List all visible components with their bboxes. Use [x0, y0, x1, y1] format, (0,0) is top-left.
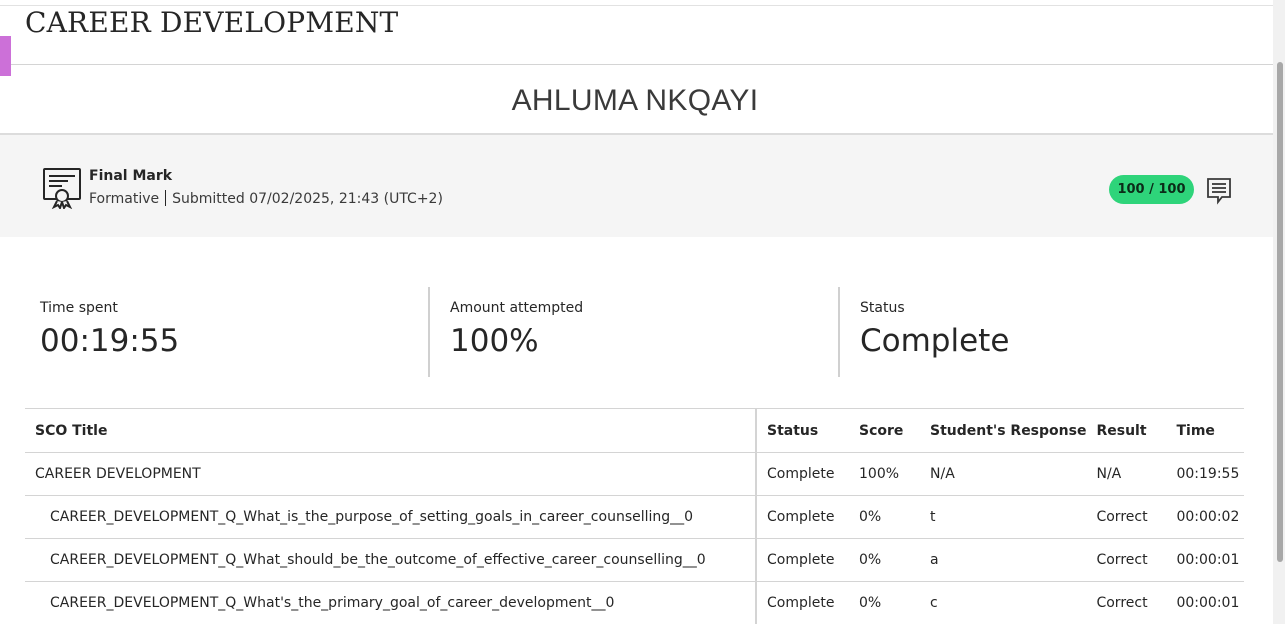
stat-label: Time spent — [40, 300, 118, 316]
cell-result: Correct — [1086, 581, 1167, 624]
stat-label: Status — [860, 300, 905, 316]
cell-time: 00:19:55 — [1166, 452, 1244, 496]
stat-divider — [838, 287, 840, 377]
cell-response: t — [920, 495, 1087, 539]
page: CAREER DEVELOPMENT AHLUMA NKQAYI Final M… — [0, 0, 1285, 624]
stat-status: Status Complete — [860, 287, 1009, 377]
cell-time: 00:00:01 — [1166, 581, 1244, 624]
cell-status: Complete — [756, 581, 849, 624]
certificate-icon — [42, 167, 82, 211]
scrollbar-thumb[interactable] — [1277, 62, 1283, 562]
cell-score: 0% — [849, 581, 920, 624]
meta-divider — [165, 190, 167, 206]
attempt-stats: Time spent 00:19:55 Amount attempted 100… — [0, 287, 1273, 377]
cell-score: 0% — [849, 538, 920, 582]
cell-response: a — [920, 538, 1087, 582]
cell-time: 00:00:01 — [1166, 538, 1244, 582]
grade-type: Formative — [89, 191, 160, 207]
student-name: AHLUMA NKQAYI — [511, 84, 759, 117]
cell-response: c — [920, 581, 1087, 624]
cell-score: 0% — [849, 495, 920, 539]
header-sco-title: SCO Title — [25, 408, 757, 453]
grade-meta: Formative Submitted 07/02/2025, 21:43 (UT… — [89, 190, 443, 207]
grade-title[interactable]: Final Mark — [89, 168, 172, 184]
table-header-row: SCO Title Status Score Student's Respons… — [25, 408, 1244, 453]
header-status: Status — [756, 408, 849, 453]
stat-time-spent: Time spent 00:19:55 — [40, 287, 179, 377]
stat-value: 00:19:55 — [40, 323, 180, 359]
cell-status: Complete — [756, 452, 849, 496]
cell-status: Complete — [756, 538, 849, 582]
cell-sco-title: CAREER_DEVELOPMENT_Q_What_is_the_purpose… — [25, 495, 757, 539]
stat-divider — [428, 287, 430, 377]
stat-value: Complete — [860, 323, 1010, 359]
table-row: CAREER DEVELOPMENT Complete 100% N/A N/A… — [25, 452, 1244, 496]
cell-result: N/A — [1086, 452, 1167, 496]
cell-sco-title: CAREER_DEVELOPMENT_Q_What_should_be_the_… — [25, 538, 757, 582]
cell-response: N/A — [920, 452, 1087, 496]
header-divider — [11, 64, 1273, 65]
submission-date: Submitted 07/02/2025, 21:43 (UTC+2) — [172, 191, 443, 207]
stat-amount-attempted: Amount attempted 100% — [450, 287, 583, 377]
cell-time: 00:00:02 — [1166, 495, 1244, 539]
sco-results-table: SCO Title Status Score Student's Respons… — [25, 408, 1244, 624]
table-row: CAREER_DEVELOPMENT_Q_What_is_the_purpose… — [25, 495, 1244, 539]
grade-summary: Final Mark Formative Submitted 07/02/2025… — [0, 133, 1273, 237]
table-row: CAREER_DEVELOPMENT_Q_What's_the_primary_… — [25, 581, 1244, 624]
table-row: CAREER_DEVELOPMENT_Q_What_should_be_the_… — [25, 538, 1244, 582]
stat-label: Amount attempted — [450, 300, 584, 316]
cell-result: Correct — [1086, 495, 1167, 539]
stat-value: 100% — [450, 323, 539, 359]
score-pill[interactable]: 100 / 100 — [1109, 175, 1194, 204]
accent-tab — [0, 36, 11, 76]
cell-status: Complete — [756, 495, 849, 539]
header-time: Time — [1166, 408, 1244, 453]
cell-sco-title: CAREER_DEVELOPMENT_Q_What's_the_primary_… — [25, 581, 757, 624]
cell-result: Correct — [1086, 538, 1167, 582]
feedback-icon[interactable] — [1206, 177, 1232, 205]
cell-score: 100% — [849, 452, 920, 496]
header-result: Result — [1086, 408, 1167, 453]
header-response: Student's Response — [920, 408, 1087, 453]
cell-sco-title: CAREER DEVELOPMENT — [25, 452, 757, 496]
course-title: CAREER DEVELOPMENT — [25, 6, 399, 39]
header-score: Score — [849, 408, 920, 453]
